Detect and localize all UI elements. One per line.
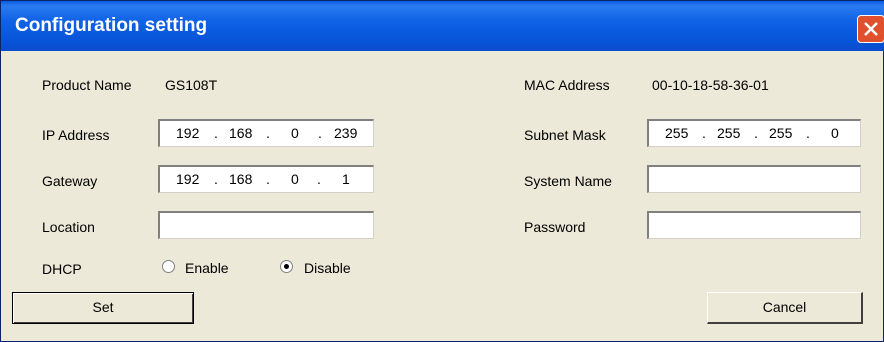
gateway-label: Gateway <box>42 173 98 189</box>
subnet-octet-3: 255 <box>769 125 793 141</box>
product-name-label: Product Name <box>42 77 132 93</box>
dhcp-enable-radio[interactable] <box>162 260 175 273</box>
close-button[interactable] <box>857 15 884 43</box>
product-name-value: GS108T <box>165 77 218 93</box>
gateway-octet-4: 1 <box>342 171 350 187</box>
dhcp-enable-label[interactable]: Enable <box>185 259 229 277</box>
window-title: Configuration setting <box>15 15 208 36</box>
ip-address-label: IP Address <box>42 127 110 143</box>
password-field[interactable] <box>647 211 861 239</box>
configuration-dialog: Configuration setting Product Name GS108… <box>0 0 884 342</box>
dhcp-disable-label[interactable]: Disable <box>304 259 351 277</box>
mac-address-label: MAC Address <box>524 77 610 93</box>
radio-selected-dot <box>284 264 289 269</box>
gateway-octet-3: 0 <box>291 171 299 187</box>
gateway-dot-3: . <box>317 171 321 187</box>
set-button[interactable]: Set <box>12 292 194 324</box>
subnet-mask-field[interactable]: 255 . 255 . 255 . 0 <box>647 119 861 147</box>
ip-dot-3: . <box>318 125 322 141</box>
gateway-octet-1: 192 <box>176 171 200 187</box>
ip-address-field[interactable]: 192 . 168 . 0 . 239 <box>158 119 374 147</box>
gateway-dot-2: . <box>266 171 270 187</box>
dhcp-label: DHCP <box>42 261 82 277</box>
subnet-dot-3: . <box>806 125 810 141</box>
location-label: Location <box>42 219 95 235</box>
gateway-octet-2: 168 <box>229 171 253 187</box>
ip-octet-4: 239 <box>334 125 358 141</box>
system-name-field[interactable] <box>647 165 861 193</box>
subnet-octet-1: 255 <box>665 125 689 141</box>
ip-octet-2: 168 <box>229 125 253 141</box>
ip-dot-2: . <box>266 125 270 141</box>
dhcp-disable-radio[interactable] <box>280 260 293 273</box>
ip-octet-1: 192 <box>176 125 200 141</box>
cancel-button[interactable]: Cancel <box>707 292 863 324</box>
system-name-label: System Name <box>524 173 612 189</box>
location-field[interactable] <box>158 211 374 239</box>
subnet-octet-2: 255 <box>717 125 741 141</box>
ip-dot-1: . <box>214 125 218 141</box>
ip-octet-3: 0 <box>291 125 299 141</box>
password-label: Password <box>524 219 586 235</box>
close-icon <box>864 22 878 36</box>
gateway-dot-1: . <box>214 171 218 187</box>
subnet-octet-4: 0 <box>831 125 839 141</box>
mac-address-value: 00-10-18-58-36-01 <box>652 77 769 93</box>
title-bar[interactable]: Configuration setting <box>1 1 884 51</box>
subnet-dot-2: . <box>754 125 758 141</box>
subnet-mask-label: Subnet Mask <box>524 127 606 143</box>
gateway-field[interactable]: 192 . 168 . 0 . 1 <box>158 165 374 193</box>
subnet-dot-1: . <box>702 125 706 141</box>
